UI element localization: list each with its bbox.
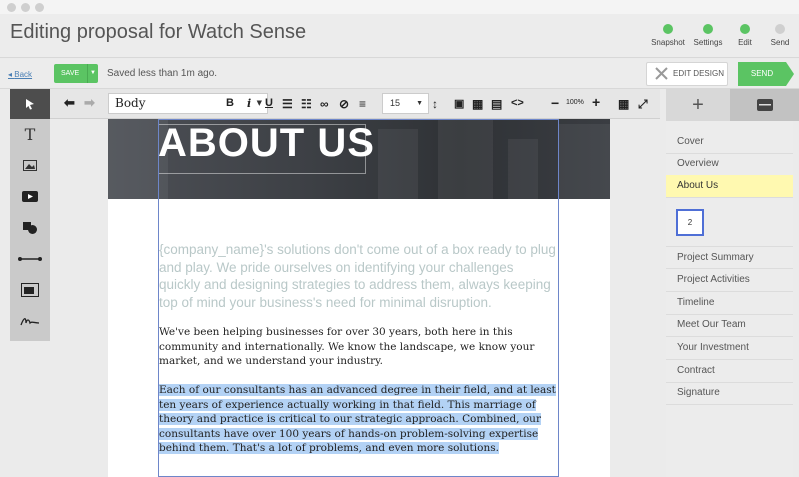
embed-icon xyxy=(21,282,39,297)
add-section-button[interactable]: + xyxy=(666,89,730,121)
sidebar-header: + xyxy=(666,89,799,121)
app-header: Editing proposal for Watch Sense Snapsho… xyxy=(0,14,799,58)
text-icon: T xyxy=(24,125,36,144)
line-height-icon[interactable]: ↕ xyxy=(432,97,438,111)
shape-tool[interactable] xyxy=(10,212,50,243)
step-edit[interactable]: Edit xyxy=(735,24,755,47)
step-label: Settings xyxy=(693,38,723,47)
numbered-list-icon[interactable]: ☷ xyxy=(301,97,312,111)
page-thumbnail[interactable]: 2 xyxy=(676,209,704,236)
step-label: Send xyxy=(770,38,790,47)
undo-icon[interactable]: ⬅ xyxy=(64,95,75,111)
sidebar-item-cover[interactable]: Cover xyxy=(666,131,793,154)
window-maximize-button[interactable] xyxy=(35,3,44,12)
library-button[interactable] xyxy=(730,89,799,121)
sidebar-item-timeline[interactable]: Timeline xyxy=(666,292,793,315)
step-status-icon xyxy=(775,24,785,34)
signature-icon xyxy=(20,317,40,325)
text-style-select[interactable]: Body ▼ xyxy=(108,93,268,114)
line-tool[interactable] xyxy=(10,243,50,274)
signature-tool[interactable] xyxy=(10,305,50,336)
archive-icon xyxy=(756,99,773,111)
hero-banner[interactable]: ABOUT US xyxy=(108,119,610,199)
save-status: Saved less than 1m ago. xyxy=(107,68,218,79)
layout-icon[interactable]: ▤ xyxy=(491,97,502,111)
editor-toolbar: ⬅ ➡ Body ▼ B i U ☰ ☷ ∞ ⊘ ≡ 15 ▼ ↕ ▣ ▦ ▤ … xyxy=(50,89,660,119)
window-titlebar xyxy=(0,0,799,14)
zoom-in-icon[interactable]: + xyxy=(592,94,600,110)
redo-icon[interactable]: ➡ xyxy=(84,95,95,111)
page-title: Editing proposal for Watch Sense xyxy=(10,21,307,43)
sidebar-item-project-activities[interactable]: Project Activities xyxy=(666,269,793,292)
align-icon[interactable]: ≡ xyxy=(359,97,366,111)
send-button[interactable]: SEND xyxy=(738,62,786,86)
save-button[interactable]: SAVE ▼ xyxy=(54,64,98,83)
font-size-select[interactable]: 15 ▼ xyxy=(382,93,429,114)
video-icon xyxy=(22,191,38,202)
image-icon xyxy=(23,160,37,171)
body-paragraph[interactable]: We've been helping businesses for over 3… xyxy=(159,325,557,369)
intro-paragraph[interactable]: {company_name}'s solutions don't come ou… xyxy=(159,241,557,311)
send-arrow-shape[interactable] xyxy=(786,62,794,86)
sidebar-item-signature[interactable]: Signature xyxy=(666,382,793,405)
bullet-list-icon[interactable]: ☰ xyxy=(282,97,293,111)
step-send[interactable]: Send xyxy=(769,24,791,47)
sidebar-item-contract[interactable]: Contract xyxy=(666,360,793,383)
step-settings[interactable]: Settings xyxy=(692,24,724,47)
window-close-button[interactable] xyxy=(7,3,16,12)
sidebar-item-about-us[interactable]: About Us xyxy=(666,175,793,198)
zoom-level: 100% xyxy=(566,99,584,106)
italic-button[interactable]: i xyxy=(247,97,251,110)
step-status-icon xyxy=(663,24,673,34)
embed-tool[interactable] xyxy=(10,274,50,305)
text-tool[interactable]: T xyxy=(10,119,50,150)
select-tool[interactable] xyxy=(10,89,50,119)
sidebar-item-meet-our-team[interactable]: Meet Our Team xyxy=(666,314,793,337)
hero-title[interactable]: ABOUT US xyxy=(158,121,375,166)
shapes-icon xyxy=(23,221,37,234)
chevron-down-icon: ▼ xyxy=(256,99,262,107)
line-icon xyxy=(18,256,42,261)
tool-palette: T xyxy=(10,89,50,341)
step-status-icon xyxy=(703,24,713,34)
image-tool[interactable] xyxy=(10,150,50,181)
action-bar: ◂ Back SAVE ▼ Saved less than 1m ago. ED… xyxy=(0,59,799,89)
grid-icon[interactable]: ▦ xyxy=(618,97,629,111)
underline-button[interactable]: U xyxy=(265,97,273,109)
sidebar-item-overview[interactable]: Overview xyxy=(666,153,793,176)
window-minimize-button[interactable] xyxy=(21,3,30,12)
bold-button[interactable]: B xyxy=(226,97,234,109)
pointer-icon xyxy=(26,99,34,110)
plus-icon: + xyxy=(692,93,704,116)
section-list: Cover Overview About Us 2 Project Summar… xyxy=(666,121,793,477)
code-icon[interactable]: <> xyxy=(511,97,524,109)
fullscreen-icon[interactable]: ⤢ xyxy=(638,97,648,112)
insert-image-icon[interactable]: ▣ xyxy=(454,97,464,110)
selected-paragraph[interactable]: Each of our consultants has an advanced … xyxy=(159,383,557,456)
step-label: Edit xyxy=(738,38,752,47)
sidebar-item-your-investment[interactable]: Your Investment xyxy=(666,337,793,360)
save-options-chevron-icon[interactable]: ▼ xyxy=(87,64,98,83)
step-status-icon xyxy=(740,24,750,34)
link-icon[interactable]: ∞ xyxy=(320,97,329,111)
zoom-out-icon[interactable]: − xyxy=(551,95,559,111)
tools-icon xyxy=(655,67,668,80)
back-link[interactable]: ◂ Back xyxy=(8,70,32,79)
step-snapshot[interactable]: Snapshot xyxy=(650,24,686,47)
chevron-down-icon: ▼ xyxy=(416,100,423,107)
step-label: Snapshot xyxy=(651,38,685,47)
video-tool[interactable] xyxy=(10,181,50,212)
sidebar-item-project-summary[interactable]: Project Summary xyxy=(666,246,793,269)
table-icon[interactable]: ▦ xyxy=(472,97,483,111)
unlink-icon[interactable]: ⊘ xyxy=(339,97,349,111)
edit-design-button[interactable]: EDIT DESIGN xyxy=(646,62,728,86)
